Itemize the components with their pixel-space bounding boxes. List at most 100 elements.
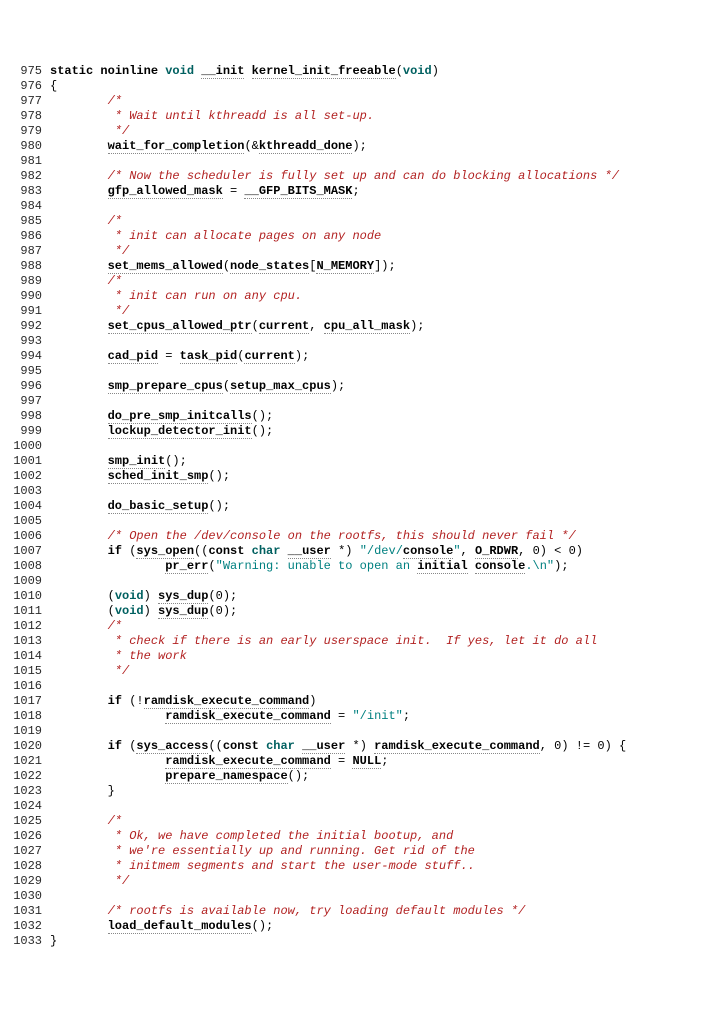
code-content: * check if there is an early userspace i… (50, 634, 703, 649)
code-line: 997 (4, 394, 703, 409)
code-content: smp_prepare_cpus(setup_max_cpus); (50, 379, 703, 394)
line-number: 1009 (4, 574, 50, 589)
line-number: 1013 (4, 634, 50, 649)
line-number: 1028 (4, 859, 50, 874)
code-content (50, 364, 703, 379)
line-number: 1011 (4, 604, 50, 619)
code-content: */ (50, 244, 703, 259)
code-content: prepare_namespace(); (50, 769, 703, 784)
code-content: ramdisk_execute_command = "/init"; (50, 709, 703, 724)
code-content: /* (50, 274, 703, 289)
code-content: * Ok, we have completed the initial boot… (50, 829, 703, 844)
code-line: 1004 do_basic_setup(); (4, 499, 703, 514)
code-content: /* (50, 814, 703, 829)
code-line: 1014 * the work (4, 649, 703, 664)
line-number: 1033 (4, 934, 50, 949)
code-line: 975static noinline void __init kernel_in… (4, 64, 703, 79)
code-content (50, 799, 703, 814)
code-line: 1032 load_default_modules(); (4, 919, 703, 934)
code-content (50, 679, 703, 694)
line-number: 1031 (4, 904, 50, 919)
code-content: * Wait until kthreadd is all set-up. (50, 109, 703, 124)
code-content (50, 394, 703, 409)
line-number: 981 (4, 154, 50, 169)
code-content: { (50, 79, 703, 94)
line-number: 1024 (4, 799, 50, 814)
line-number: 1001 (4, 454, 50, 469)
line-number: 1005 (4, 514, 50, 529)
code-content: if (!ramdisk_execute_command) (50, 694, 703, 709)
code-content: */ (50, 664, 703, 679)
line-number: 1023 (4, 784, 50, 799)
line-number: 977 (4, 94, 50, 109)
code-content: sched_init_smp(); (50, 469, 703, 484)
code-line: 1007 if (sys_open((const char __user *) … (4, 544, 703, 559)
line-number: 1014 (4, 649, 50, 664)
code-line: 995 (4, 364, 703, 379)
line-number: 975 (4, 64, 50, 79)
code-line: 1028 * initmem segments and start the us… (4, 859, 703, 874)
code-line: 1003 (4, 484, 703, 499)
code-line: 983 gfp_allowed_mask = __GFP_BITS_MASK; (4, 184, 703, 199)
code-content: /* rootfs is available now, try loading … (50, 904, 703, 919)
line-number: 979 (4, 124, 50, 139)
code-content: load_default_modules(); (50, 919, 703, 934)
code-line: 1005 (4, 514, 703, 529)
code-line: 998 do_pre_smp_initcalls(); (4, 409, 703, 424)
code-line: 980 wait_for_completion(&kthreadd_done); (4, 139, 703, 154)
code-content: */ (50, 304, 703, 319)
code-content: */ (50, 874, 703, 889)
line-number: 1004 (4, 499, 50, 514)
code-line: 1009 (4, 574, 703, 589)
code-content: wait_for_completion(&kthreadd_done); (50, 139, 703, 154)
line-number: 1016 (4, 679, 50, 694)
code-content: smp_init(); (50, 454, 703, 469)
code-content: if (sys_open((const char __user *) "/dev… (50, 544, 703, 559)
code-line: 994 cad_pid = task_pid(current); (4, 349, 703, 364)
code-content: /* Now the scheduler is fully set up and… (50, 169, 703, 184)
line-number: 978 (4, 109, 50, 124)
line-number: 1029 (4, 874, 50, 889)
code-content (50, 154, 703, 169)
line-number: 1007 (4, 544, 50, 559)
code-content (50, 484, 703, 499)
code-line: 1011 (void) sys_dup(0); (4, 604, 703, 619)
line-number: 1006 (4, 529, 50, 544)
code-content: * init can run on any cpu. (50, 289, 703, 304)
line-number: 1003 (4, 484, 50, 499)
line-number: 983 (4, 184, 50, 199)
code-content: cad_pid = task_pid(current); (50, 349, 703, 364)
code-line: 988 set_mems_allowed(node_states[N_MEMOR… (4, 259, 703, 274)
code-line: 1024 (4, 799, 703, 814)
code-line: 1029 */ (4, 874, 703, 889)
code-line: 987 */ (4, 244, 703, 259)
code-line: 1020 if (sys_access((const char __user *… (4, 739, 703, 754)
line-number: 998 (4, 409, 50, 424)
code-line: 1015 */ (4, 664, 703, 679)
code-line: 1025 /* (4, 814, 703, 829)
code-content: * the work (50, 649, 703, 664)
code-content: if (sys_access((const char __user *) ram… (50, 739, 703, 754)
code-line: 993 (4, 334, 703, 349)
code-line: 1006 /* Open the /dev/console on the roo… (4, 529, 703, 544)
line-number: 1026 (4, 829, 50, 844)
code-line: 984 (4, 199, 703, 214)
line-number: 989 (4, 274, 50, 289)
code-line: 1008 pr_err("Warning: unable to open an … (4, 559, 703, 574)
line-number: 990 (4, 289, 50, 304)
code-content: lockup_detector_init(); (50, 424, 703, 439)
code-line: 979 */ (4, 124, 703, 139)
code-line: 982 /* Now the scheduler is fully set up… (4, 169, 703, 184)
line-number: 994 (4, 349, 50, 364)
code-line: 1000 (4, 439, 703, 454)
line-number: 982 (4, 169, 50, 184)
code-content (50, 199, 703, 214)
code-listing: 975static noinline void __init kernel_in… (4, 64, 703, 949)
code-line: 986 * init can allocate pages on any nod… (4, 229, 703, 244)
code-line: 978 * Wait until kthreadd is all set-up. (4, 109, 703, 124)
code-content: * initmem segments and start the user-mo… (50, 859, 703, 874)
code-line: 991 */ (4, 304, 703, 319)
code-line: 1030 (4, 889, 703, 904)
code-line: 1016 (4, 679, 703, 694)
code-line: 1027 * we're essentially up and running.… (4, 844, 703, 859)
